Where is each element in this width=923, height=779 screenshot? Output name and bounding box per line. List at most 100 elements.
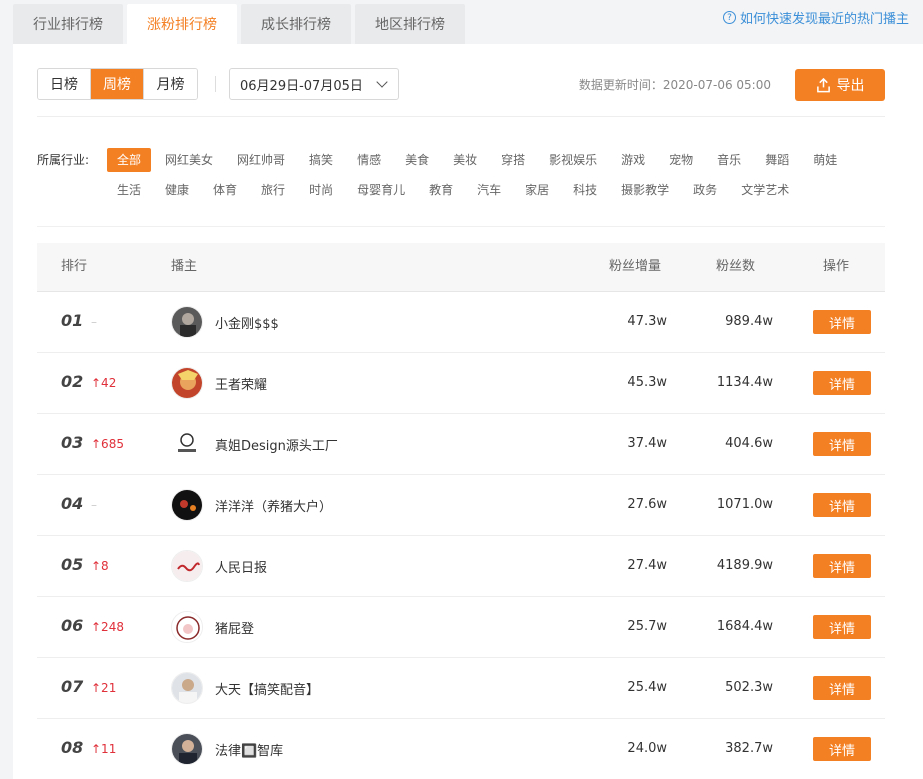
export-button[interactable]: 导出 — [795, 69, 885, 101]
industry-tag[interactable]: 舞蹈 — [755, 148, 799, 172]
industry-tag[interactable]: 时尚 — [299, 178, 343, 202]
detail-button[interactable]: 详情 — [813, 432, 871, 456]
divider — [37, 226, 885, 227]
detail-button[interactable]: 详情 — [813, 676, 871, 700]
table-row: 02 ↑42 王者荣耀 45.3w 1134.4w 详情 — [37, 353, 885, 414]
industry-tag[interactable]: 政务 — [683, 178, 727, 202]
tab-growth-ranking[interactable]: 成长排行榜 — [241, 4, 351, 44]
industry-tag[interactable]: 游戏 — [611, 148, 655, 172]
industry-tag[interactable]: 宠物 — [659, 148, 703, 172]
industry-tag[interactable]: 健康 — [155, 178, 199, 202]
rank-change: ↑11 — [91, 742, 117, 756]
industry-tag[interactable]: 搞笑 — [299, 148, 343, 172]
rank-number: 01 — [61, 311, 84, 330]
header-action: 操作 — [823, 259, 850, 274]
follower-increase: 25.4w — [627, 680, 667, 695]
ranking-tabs: 行业排行榜 涨粉排行榜 成长排行榜 地区排行榜 — [13, 4, 469, 44]
industry-tag[interactable]: 体育 — [203, 178, 247, 202]
streamer-name[interactable]: 真姐Design源头工厂 — [215, 435, 338, 454]
detail-button[interactable]: 详情 — [813, 493, 871, 517]
streamer-name[interactable]: 法律🔲智库 — [215, 740, 283, 759]
follower-count: 502.3w — [725, 680, 773, 695]
industry-tag[interactable]: 网红帅哥 — [227, 148, 295, 172]
date-range-select[interactable]: 06月29日-07月05日 — [229, 68, 399, 100]
header-streamer: 播主 — [171, 259, 198, 274]
detail-button[interactable]: 详情 — [813, 615, 871, 639]
date-range-value: 06月29日-07月05日 — [240, 78, 363, 94]
follower-increase: 25.7w — [627, 619, 667, 634]
industry-filter-row-2: 生活 健康 体育 旅行 时尚 母婴育儿 教育 汽车 家居 科技 摄影教学 政务 … — [107, 178, 803, 202]
industry-filter-row-1: 全部 网红美女 网红帅哥 搞笑 情感 美食 美妆 穿搭 影视娱乐 游戏 宠物 音… — [107, 148, 851, 172]
rank-number: 03 — [61, 433, 84, 452]
table-header: 排行 播主 粉丝增量 粉丝数 操作 — [37, 243, 885, 292]
follower-increase: 45.3w — [627, 375, 667, 390]
streamer-name[interactable]: 猪屁登 — [215, 618, 254, 637]
industry-tag[interactable]: 汽车 — [467, 178, 511, 202]
follower-increase: 27.4w — [627, 558, 667, 573]
follower-count: 382.7w — [725, 741, 773, 756]
industry-tag[interactable]: 情感 — [347, 148, 391, 172]
chevron-down-icon — [376, 76, 388, 88]
avatar[interactable] — [171, 367, 203, 399]
table-row: 07 ↑21 大天【搞笑配音】 25.4w 502.3w 详情 — [37, 658, 885, 719]
industry-tag[interactable]: 美妆 — [443, 148, 487, 172]
avatar[interactable] — [171, 489, 203, 521]
industry-tag[interactable]: 摄影教学 — [611, 178, 679, 202]
streamer-name[interactable]: 王者荣耀 — [215, 374, 267, 393]
period-selector: 日榜 周榜 月榜 — [37, 68, 198, 100]
avatar[interactable] — [171, 306, 203, 338]
export-label: 导出 — [836, 78, 865, 94]
tab-region-ranking[interactable]: 地区排行榜 — [355, 4, 465, 44]
industry-tag[interactable]: 美食 — [395, 148, 439, 172]
follower-increase: 37.4w — [627, 436, 667, 451]
industry-tag[interactable]: 影视娱乐 — [539, 148, 607, 172]
avatar[interactable] — [171, 428, 203, 460]
period-weekly-button[interactable]: 周榜 — [91, 69, 144, 99]
industry-tag[interactable]: 科技 — [563, 178, 607, 202]
ranking-panel: 日榜 周榜 月榜 06月29日-07月05日 数据更新时间：2020-07-06… — [13, 44, 923, 779]
table-row: 05 ↑8 人民日报 27.4w 4189.9w 详情 — [37, 536, 885, 597]
follower-count: 1071.0w — [716, 497, 773, 512]
follower-count: 404.6w — [725, 436, 773, 451]
detail-button[interactable]: 详情 — [813, 737, 871, 761]
detail-button[interactable]: 详情 — [813, 554, 871, 578]
industry-tag[interactable]: 旅行 — [251, 178, 295, 202]
follower-count: 989.4w — [725, 314, 773, 329]
streamer-name[interactable]: 大天【搞笑配音】 — [215, 679, 319, 698]
detail-button[interactable]: 详情 — [813, 310, 871, 334]
rank-number: 02 — [61, 372, 84, 391]
avatar[interactable] — [171, 550, 203, 582]
industry-tag[interactable]: 母婴育儿 — [347, 178, 415, 202]
industry-tag[interactable]: 文学艺术 — [731, 178, 799, 202]
detail-button[interactable]: 详情 — [813, 371, 871, 395]
streamer-name[interactable]: 人民日报 — [215, 557, 267, 576]
help-link[interactable]: ? 如何快速发现最近的热门播主 — [722, 8, 909, 27]
follower-count: 4189.9w — [716, 558, 773, 573]
follower-count: 1684.4w — [716, 619, 773, 634]
divider — [37, 116, 885, 117]
avatar[interactable] — [171, 672, 203, 704]
streamer-name[interactable]: 洋洋洋（养猪大户） — [215, 496, 332, 515]
period-monthly-button[interactable]: 月榜 — [144, 69, 197, 99]
industry-tag[interactable]: 教育 — [419, 178, 463, 202]
table-row: 03 ↑685 真姐Design源头工厂 37.4w 404.6w 详情 — [37, 414, 885, 475]
period-daily-button[interactable]: 日榜 — [38, 69, 91, 99]
tab-follower-growth-ranking[interactable]: 涨粉排行榜 — [127, 4, 237, 44]
industry-tag[interactable]: 穿搭 — [491, 148, 535, 172]
streamer-name[interactable]: 小金刚$$$ — [215, 313, 279, 332]
industry-label: 所属行业: — [37, 153, 90, 167]
industry-tag[interactable]: 全部 — [107, 148, 152, 172]
rank-change: – — [91, 498, 97, 512]
avatar[interactable] — [171, 733, 203, 765]
follower-count: 1134.4w — [716, 375, 773, 390]
industry-tag[interactable]: 家居 — [515, 178, 559, 202]
industry-tag[interactable]: 网红美女 — [155, 148, 223, 172]
update-time: 数据更新时间：2020-07-06 05:00 — [578, 78, 771, 92]
industry-tag[interactable]: 生活 — [107, 178, 151, 202]
export-icon — [816, 77, 830, 92]
tab-industry-ranking[interactable]: 行业排行榜 — [13, 4, 123, 44]
ranking-table-body: 01 – 小金刚$$$ 47.3w 989.4w 详情 02 ↑42 王者荣耀 … — [37, 292, 885, 779]
avatar[interactable] — [171, 611, 203, 643]
industry-tag[interactable]: 音乐 — [707, 148, 751, 172]
industry-tag[interactable]: 萌娃 — [803, 148, 847, 172]
